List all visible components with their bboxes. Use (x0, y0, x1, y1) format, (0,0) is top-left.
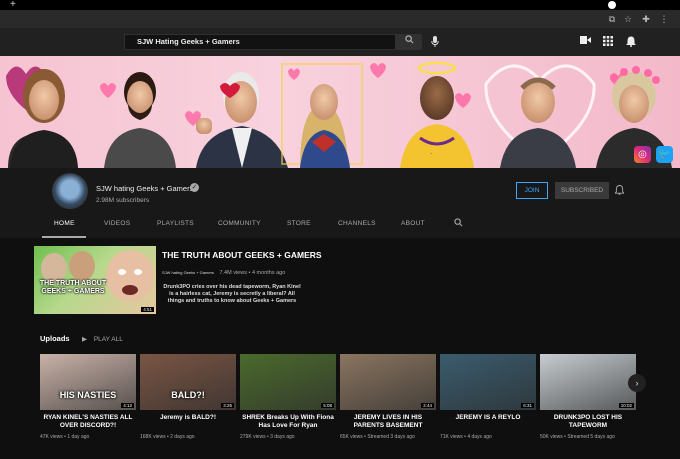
video-thumb-text: HIS NASTIES (59, 390, 117, 400)
channel-name: SJW hating Geeks + Gamers (96, 184, 194, 193)
channel-banner: · ◎ 🐦 (0, 56, 680, 168)
featured-description: Drunk3PO cries over his dead tapeworm, R… (163, 284, 301, 304)
subscribed-button[interactable]: SUBSCRIBED (555, 182, 609, 199)
search-value: SJW Hating Geeks + Gamers (137, 37, 240, 46)
video-meta: 65K views • Streamed 3 days ago (340, 434, 415, 440)
play-all-label: PLAY ALL (93, 336, 123, 343)
video-card[interactable]: BALD?! 3:26 Jeremy is BALD?! 168K views • 2… (140, 354, 236, 440)
play-all-button[interactable]: ▶ PLAY ALL (82, 335, 123, 343)
video-title[interactable]: JEREMY IS A REYLO (440, 414, 536, 432)
video-thumb-text: BALD?! (171, 390, 205, 400)
video-card[interactable]: 10:02 DRUNK3PO LOST HIS TAPEWORM 50K views… (540, 354, 636, 440)
featured-channel[interactable]: SJW hating Geeks + Gamers (162, 270, 214, 275)
video-duration: 6:31 (521, 403, 534, 408)
video-card[interactable]: 6:31 JEREMY IS A REYLO 71K views • 4 days … (440, 354, 536, 440)
menu-dots-icon[interactable]: ⋮ (658, 13, 670, 25)
join-button[interactable]: JOIN (516, 182, 548, 199)
address-bar[interactable]: ⧉ ☆ ✚ ⋮ (0, 10, 680, 28)
video-thumbnail[interactable]: 2:44 (340, 354, 436, 410)
tab-playlists[interactable]: PLAYLISTS (157, 220, 194, 227)
subscriber-count: 2.98M subscribers (96, 197, 150, 204)
tab-home[interactable]: HOME (54, 220, 75, 227)
video-duration: 10:02 (618, 403, 634, 408)
video-card[interactable]: 5:08 SHREK Breaks Up With Fiona Has Love … (240, 354, 336, 440)
tab-community[interactable]: COMMUNITY (218, 220, 261, 227)
mic-icon[interactable] (430, 36, 440, 48)
channel-avatar[interactable] (52, 173, 88, 209)
channel-search-icon[interactable] (454, 218, 463, 229)
masthead: SJW Hating Geeks + Gamers (0, 28, 680, 56)
video-title[interactable]: RYAN KINEL'S NASTIES ALL OVER DISCORD?! (40, 414, 136, 432)
video-thumbnail[interactable]: HIS NASTIES 4:12 (40, 354, 136, 410)
video-card[interactable]: 2:44 JEREMY LIVES IN HIS PARENTS BASEMENT… (340, 354, 436, 440)
video-title[interactable]: DRUNK3PO LOST HIS TAPEWORM (540, 414, 636, 432)
browser-window: + ⧉ ☆ ✚ ⋮ SJW Hating Geeks + Gamers · ◎ … (0, 0, 680, 459)
bookmark-star-icon[interactable]: ☆ (622, 13, 634, 25)
play-icon: ▶ (82, 336, 87, 343)
video-meta: 279K views • 3 days ago (240, 434, 295, 440)
new-tab-button[interactable]: + (10, 0, 16, 10)
banner-artwork: · (6, 61, 672, 168)
record-icon[interactable] (608, 1, 616, 9)
tab-strip: + (0, 0, 680, 10)
instagram-icon[interactable]: ◎ (634, 146, 651, 163)
channel-tabs: HOME VIDEOS PLAYLISTS COMMUNITY STORE CH… (0, 214, 680, 238)
featured-video-meta: SJW hating Geeks + Gamers 7.4M views • 4… (162, 270, 285, 276)
video-thumbnail[interactable]: 10:02 (540, 354, 636, 410)
featured-thumb-text: THE TRUTH ABOUT GEEKS + GAMERS (39, 280, 107, 295)
video-title[interactable]: Jeremy is BALD?! (140, 414, 236, 432)
search-input[interactable]: SJW Hating Geeks + Gamers (124, 34, 396, 50)
video-meta: 71K views • 4 days ago (440, 434, 492, 440)
video-title[interactable]: SHREK Breaks Up With Fiona Has Love For … (240, 414, 336, 432)
video-meta: 47K views • 1 day ago (40, 434, 90, 440)
create-video-icon[interactable] (579, 36, 591, 48)
install-icon[interactable]: ⧉ (606, 13, 618, 25)
video-title[interactable]: JEREMY LIVES IN HIS PARENTS BASEMENT (340, 414, 436, 432)
tab-channels[interactable]: CHANNELS (338, 220, 376, 227)
apps-grid-icon[interactable] (602, 36, 614, 48)
shelf-next-button[interactable]: › (628, 374, 646, 392)
video-meta: 168K views • 2 days ago (140, 434, 195, 440)
video-meta: 50K views • Streamed 5 days ago (540, 434, 615, 440)
channel-header: SJW hating Geeks + Gamers ✓ 2.98M subscr… (0, 168, 680, 238)
extensions-icon[interactable]: ✚ (640, 13, 652, 25)
verified-check-icon: ✓ (190, 183, 199, 192)
twitter-icon[interactable]: 🐦 (656, 146, 673, 163)
featured-age: 4 months ago (251, 270, 286, 276)
video-duration: 3:26 (221, 403, 234, 408)
home-content: THE TRUTH ABOUT GEEKS + GAMERS 4:51 THE … (0, 238, 680, 459)
featured-video-title[interactable]: THE TRUTH ABOUT GEEKS + GAMERS (162, 250, 322, 260)
tab-store[interactable]: STORE (287, 220, 311, 227)
search-icon (404, 35, 413, 44)
video-thumbnail[interactable]: BALD?! 3:26 (140, 354, 236, 410)
notifications-bell-icon[interactable] (625, 36, 637, 48)
video-duration: 4:12 (121, 403, 134, 408)
video-thumbnail[interactable]: 5:08 (240, 354, 336, 410)
featured-video-thumbnail[interactable]: THE TRUTH ABOUT GEEKS + GAMERS 4:51 (34, 246, 156, 314)
tab-videos[interactable]: VIDEOS (104, 220, 130, 227)
video-card[interactable]: HIS NASTIES 4:12 RYAN KINEL'S NASTIES ALL … (40, 354, 136, 440)
video-thumbnail[interactable]: 6:31 (440, 354, 536, 410)
video-duration: 2:44 (421, 403, 434, 408)
tab-about[interactable]: ABOUT (401, 220, 425, 227)
featured-duration: 4:51 (141, 307, 154, 312)
featured-views: 7.4M views (219, 270, 247, 276)
search-button[interactable] (396, 34, 422, 50)
video-duration: 5:08 (321, 403, 334, 408)
uploads-heading[interactable]: Uploads (40, 334, 70, 343)
channel-bell-icon[interactable] (613, 185, 626, 195)
svg-text:·: · (430, 150, 432, 158)
